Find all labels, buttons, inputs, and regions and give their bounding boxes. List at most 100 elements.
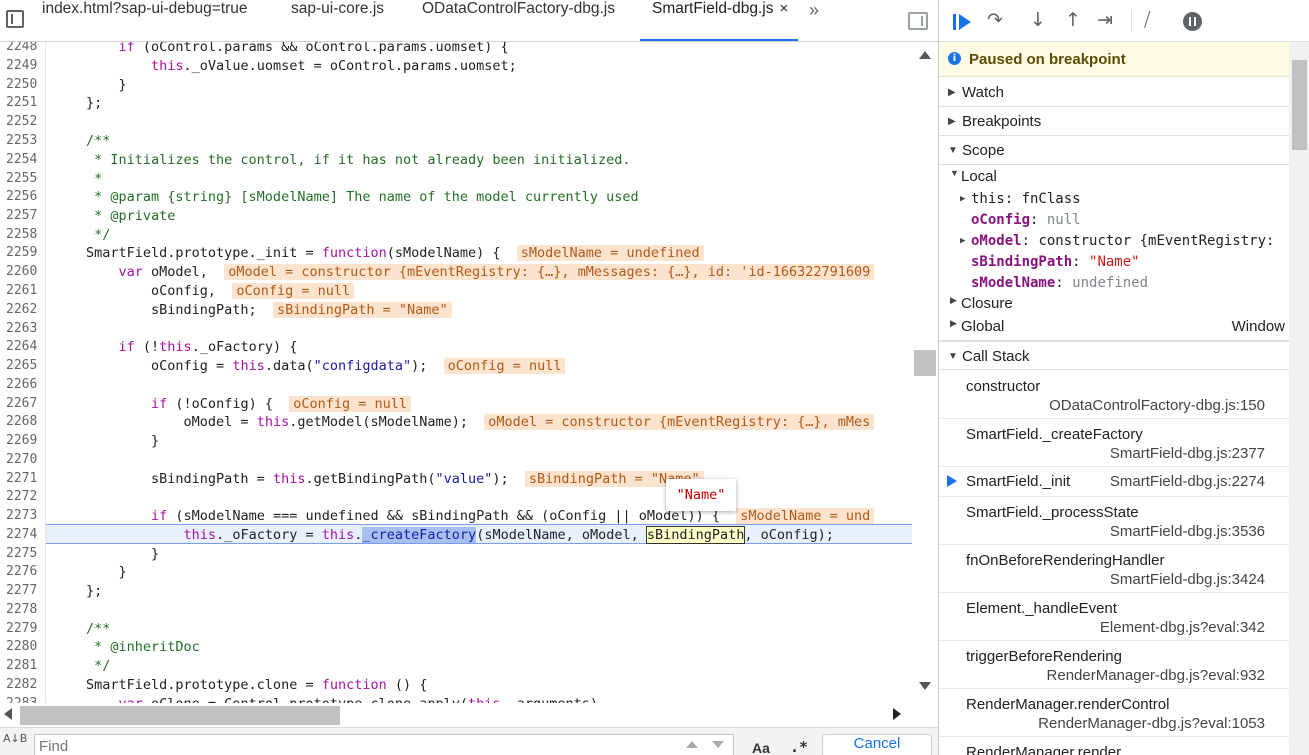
call-frame[interactable]: RenderManager.renderControl RenderManager… — [939, 689, 1289, 737]
code-line[interactable]: */ — [86, 658, 110, 677]
close-tab-icon[interactable]: × — [779, 0, 788, 17]
collapse-icon: ▼ — [948, 351, 958, 362]
var-name: sBindingPath — [971, 254, 1073, 270]
code-line[interactable]: this._oValue.uomset = oControl.params.uo… — [86, 58, 517, 77]
toggle-debugger-sidebar-icon[interactable] — [908, 12, 928, 30]
find-input[interactable] — [34, 734, 734, 755]
tab-smartfield[interactable]: SmartField-dbg.js × — [640, 0, 798, 41]
collapse-icon: ▼ — [950, 168, 959, 178]
frame-location: SmartField-dbg.js:3536 — [1109, 523, 1265, 540]
scrollbar-thumb[interactable] — [914, 350, 936, 376]
case-icon[interactable]: Aa — [752, 740, 770, 755]
code-line[interactable]: } — [86, 546, 159, 565]
code-line[interactable]: this._oFactory = this._createFactory(sMo… — [86, 526, 834, 546]
code-line[interactable]: SmartField.prototype.clone = function ()… — [86, 677, 427, 696]
scope-var-omodel[interactable]: ▶ oModel: constructor {mEventRegistry: — [960, 231, 1274, 252]
code-line[interactable]: } — [86, 433, 159, 452]
code-line[interactable]: var oClone = Control.prototype.clone.app… — [86, 696, 607, 703]
up-icon[interactable] — [686, 741, 698, 748]
step-over-icon[interactable]: ↷ — [987, 9, 1003, 31]
down-icon[interactable] — [712, 741, 724, 748]
call-frame[interactable]: triggerBeforeRendering RenderManager-dbg.… — [939, 641, 1289, 689]
code-line[interactable]: * Initializes the control, if it has not… — [86, 152, 630, 171]
code-line[interactable]: oConfig = this.data("configdata"); oConf… — [86, 358, 566, 377]
scroll-up-icon[interactable] — [919, 51, 931, 59]
section-call-stack[interactable]: ▼ Call Stack — [939, 341, 1289, 370]
code-line[interactable]: }; — [86, 583, 102, 602]
more-tabs-icon[interactable]: » — [809, 0, 819, 41]
scroll-left-icon[interactable] — [4, 708, 12, 720]
expand-icon: ▶ — [948, 116, 956, 127]
code-line[interactable]: sBindingPath = this.getBindingPath("valu… — [86, 471, 704, 490]
sidebar-toggle-icon[interactable] — [6, 10, 24, 28]
deactivate-breakpoints-icon[interactable]: ⧸ — [1144, 9, 1150, 31]
code-editor[interactable]: 2248 2249 2250 2251 2252 2253 2254 2255 … — [0, 42, 938, 703]
call-frame[interactable]: constructor ODataControlFactory-dbg.js:15… — [939, 371, 1289, 419]
pause-on-exceptions-icon[interactable] — [1183, 12, 1202, 31]
editor-horizontal-scrollbar[interactable] — [0, 703, 912, 727]
code-line[interactable]: SmartField.prototype._init = function(sM… — [86, 245, 704, 264]
call-frame-current[interactable]: SmartField._init SmartField-dbg.js:2274 — [939, 467, 1289, 497]
code-line[interactable]: }; — [86, 95, 102, 114]
frame-function: RenderManager.renderControl — [966, 696, 1170, 713]
code-line[interactable]: * — [86, 171, 102, 190]
scope-var-sbindingpath[interactable]: sBindingPath: "Name" — [971, 252, 1140, 273]
code-line[interactable]: /** — [86, 621, 110, 640]
scope-var-smodelname[interactable]: sModelName: undefined — [971, 273, 1148, 294]
scope-local[interactable]: ▼ Local — [950, 168, 997, 189]
scrollbar-thumb[interactable] — [1292, 60, 1307, 150]
expand-icon: ▶ — [950, 318, 957, 328]
section-breakpoints[interactable]: ▶ Breakpoints — [939, 107, 1289, 136]
call-frame[interactable]: fnOnBeforeRenderingHandler SmartField-dbg… — [939, 545, 1289, 593]
frame-function: SmartField._createFactory — [966, 426, 1143, 443]
replace-toggle-icon[interactable]: A↓B — [3, 733, 29, 744]
code-line[interactable]: if (!oConfig) { oConfig = null — [86, 396, 412, 415]
scroll-down-icon[interactable] — [919, 682, 931, 690]
call-frame[interactable]: SmartField._processState SmartField-dbg.j… — [939, 497, 1289, 545]
code-line[interactable]: * @param {string} [sModelName] The name … — [86, 189, 639, 208]
call-frame[interactable]: Element._handleEvent Element-dbg.js?eval:… — [939, 593, 1289, 641]
frame-location: ODataControlFactory-dbg.js:150 — [1049, 397, 1265, 414]
scope-var-oconfig[interactable]: oConfig: null — [971, 210, 1081, 231]
code-line[interactable]: if (oControl.params && oControl.params.u… — [86, 42, 509, 58]
scope-global[interactable]: ▶ Global Window — [950, 318, 1285, 339]
code-line[interactable]: } — [86, 564, 127, 583]
code-line[interactable]: if (!this._oFactory) { — [86, 339, 298, 358]
scope-closure[interactable]: ▶ Closure — [950, 295, 1013, 316]
code-line[interactable]: oModel = this.getModel(sModelName); oMod… — [86, 414, 875, 433]
scroll-right-icon[interactable] — [893, 708, 901, 720]
debugger-sidebar: ↷ ↓ ↑ ⇥ ⧸ i Paused on breakpoint ▶ Watch … — [938, 0, 1309, 755]
scrollbar-thumb[interactable] — [20, 706, 340, 725]
frame-function: Element._handleEvent — [966, 600, 1117, 617]
step-out-icon[interactable]: ↑ — [1065, 9, 1081, 31]
editor-vertical-scrollbar[interactable] — [912, 42, 938, 703]
code-line[interactable]: } — [86, 77, 127, 96]
cancel-button[interactable]: Cancel — [822, 734, 932, 755]
scope-var-this[interactable]: ▶ this: fnClass — [960, 189, 1081, 210]
code-line[interactable]: /** — [86, 133, 110, 152]
frame-function: fnOnBeforeRenderingHandler — [966, 552, 1165, 569]
code-line[interactable]: oConfig, oConfig = null — [86, 283, 355, 302]
resume-icon[interactable] — [953, 13, 973, 31]
tab-label: SmartField-dbg.js — [652, 0, 774, 17]
expand-icon: ▶ — [960, 236, 966, 246]
code-line[interactable]: var oModel, oModel = constructor {mEvent… — [86, 264, 875, 283]
section-watch[interactable]: ▶ Watch — [939, 78, 1289, 107]
step-into-icon[interactable]: ↓ — [1030, 9, 1046, 31]
code-line[interactable]: */ — [86, 227, 110, 246]
sidebar-scrollbar[interactable] — [1289, 42, 1309, 755]
editor-tab-bar: index.html?sap-ui-debug=true sap-ui-core… — [0, 0, 938, 42]
code-line[interactable]: if (sModelName === undefined && sBinding… — [86, 508, 875, 527]
call-frame[interactable]: SmartField._createFactory SmartField-dbg.… — [939, 419, 1289, 467]
regex-icon[interactable]: .* — [790, 738, 808, 755]
tab-odata-control-factory[interactable]: ODataControlFactory-dbg.js — [422, 0, 615, 41]
code-line[interactable]: * @private — [86, 208, 175, 227]
code-line[interactable]: sBindingPath; sBindingPath = "Name" — [86, 302, 452, 321]
step-icon[interactable]: ⇥ — [1097, 9, 1113, 31]
tab-sap-ui-core[interactable]: sap-ui-core.js — [291, 0, 384, 41]
code-line[interactable]: * @inheritDoc — [86, 639, 200, 658]
section-scope[interactable]: ▼ Scope — [939, 136, 1289, 165]
call-frame[interactable]: RenderManager.render — [939, 737, 1289, 755]
tab-index-html[interactable]: index.html?sap-ui-debug=true — [42, 0, 248, 41]
code-area[interactable]: if (oControl.params && oControl.params.u… — [0, 42, 912, 703]
